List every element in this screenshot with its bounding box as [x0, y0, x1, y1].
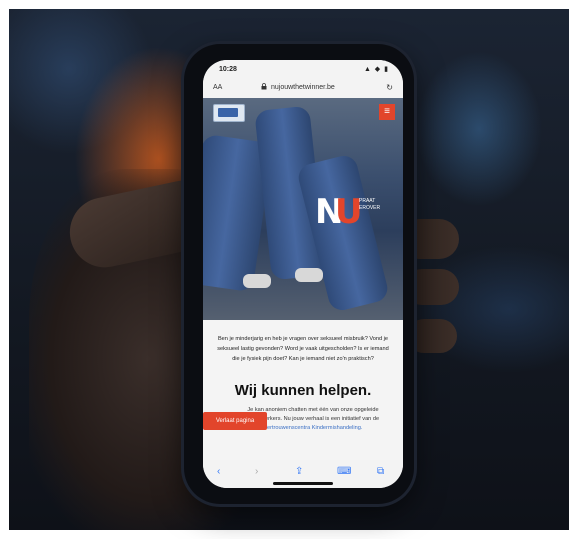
- tabs-icon[interactable]: ⧉: [377, 466, 384, 477]
- reader-aa-button[interactable]: AA: [213, 84, 222, 91]
- intro-text: Ben je minderjarig en heb je vragen over…: [217, 336, 389, 362]
- hero-shoe: [243, 274, 271, 288]
- leave-page-button[interactable]: Verlaat pagina: [203, 412, 267, 430]
- back-icon[interactable]: ‹: [217, 466, 220, 477]
- status-icons: ▲ ◆ ▮: [363, 66, 389, 73]
- url-text[interactable]: nujouwthetwinner.be: [271, 84, 335, 91]
- status-time: 10:28: [219, 66, 237, 73]
- menu-button[interactable]: ≡: [379, 104, 395, 120]
- hero-shoe: [295, 268, 323, 282]
- hero-image: ≡ N U PRAAT EROVER: [203, 98, 403, 320]
- content-section: Ben je minderjarig en heb je vragen over…: [203, 320, 403, 460]
- phone-screen: 10:28 ▲ ◆ ▮ AA nujouwthetwinner.be ↻ ≡ N…: [203, 60, 403, 488]
- home-indicator: [273, 482, 333, 485]
- site-badge[interactable]: [213, 104, 245, 122]
- forward-icon[interactable]: ›: [255, 466, 258, 477]
- bookmarks-icon[interactable]: ⌨: [337, 466, 351, 477]
- address-bar[interactable]: AA nujouwthetwinner.be ↻: [203, 78, 403, 98]
- reload-icon[interactable]: ↻: [386, 83, 393, 92]
- main-heading: Wij kunnen helpen.: [234, 382, 372, 399]
- logo-tagline: PRAAT EROVER: [359, 198, 381, 211]
- organisation-link[interactable]: Vertrouwenscentra Kindermishandeling.: [264, 425, 363, 431]
- site-logo: N U PRAAT EROVER: [315, 192, 385, 232]
- share-icon[interactable]: ⇪: [295, 466, 303, 477]
- finger: [407, 319, 457, 353]
- status-bar: 10:28 ▲ ◆ ▮: [203, 60, 403, 78]
- lock-icon: [261, 83, 267, 92]
